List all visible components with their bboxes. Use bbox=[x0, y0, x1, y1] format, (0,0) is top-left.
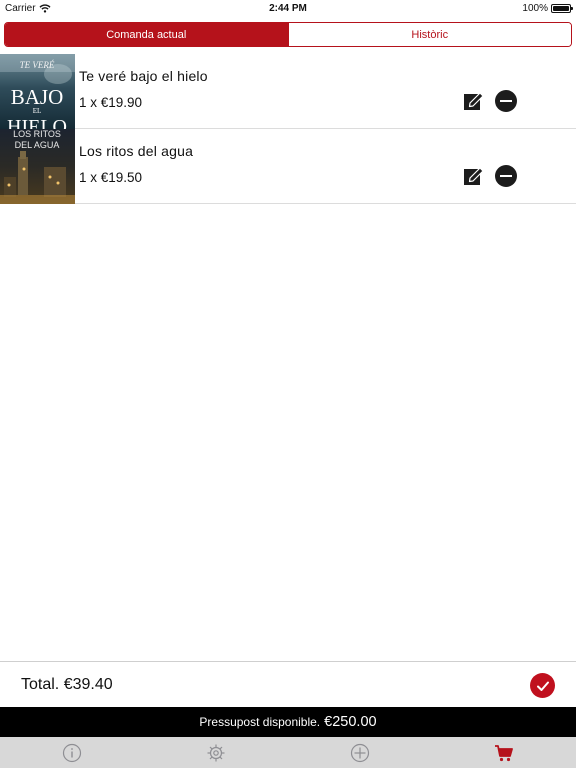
remove-button[interactable] bbox=[495, 165, 517, 187]
list-item[interactable]: TE VERÉ BAJO EL HIELO Te veré bajo el hi… bbox=[0, 54, 576, 129]
battery-fill bbox=[553, 6, 569, 11]
budget-label: Pressupost disponible. bbox=[199, 715, 321, 729]
budget-amount: €250.00 bbox=[324, 714, 377, 730]
confirm-order-button[interactable] bbox=[530, 673, 555, 698]
tab-info[interactable] bbox=[0, 737, 144, 768]
gear-icon bbox=[207, 744, 225, 761]
cover-text: LOS RITOS bbox=[13, 129, 61, 139]
edit-icon bbox=[464, 92, 484, 110]
cart-icon bbox=[495, 744, 513, 761]
cover-text: HIELO bbox=[7, 116, 67, 129]
status-time: 2:44 PM bbox=[269, 3, 307, 14]
segmented-control: Comanda actual Històric bbox=[4, 22, 572, 47]
tab-add[interactable] bbox=[288, 737, 432, 768]
battery-icon bbox=[551, 4, 573, 13]
status-bar: Carrier 2:44 PM 100% bbox=[0, 0, 576, 18]
edit-button[interactable] bbox=[463, 165, 485, 187]
item-quantity-price: 1 x €19.50 bbox=[79, 170, 143, 185]
tab-history[interactable]: Històric bbox=[287, 23, 571, 46]
tab-cart[interactable] bbox=[432, 737, 576, 768]
cover-text: DEL AGUA bbox=[15, 140, 60, 150]
checkmark-icon bbox=[536, 681, 549, 691]
book-cover: LOS RITOS DEL AGUA bbox=[0, 129, 75, 204]
info-icon bbox=[62, 743, 82, 762]
cover-text: BAJO bbox=[11, 85, 64, 109]
item-quantity-price: 1 x €19.90 bbox=[79, 95, 143, 110]
battery-group: 100% bbox=[522, 3, 573, 14]
item-title: Los ritos del agua bbox=[79, 143, 194, 159]
cover-text: EL bbox=[33, 107, 42, 115]
remove-button[interactable] bbox=[495, 90, 517, 112]
item-title: Te veré bajo el hielo bbox=[79, 68, 208, 84]
cover-text: TE VERÉ bbox=[20, 60, 55, 70]
add-icon bbox=[350, 743, 370, 762]
tab-current-order[interactable]: Comanda actual bbox=[5, 23, 288, 46]
edit-button[interactable] bbox=[463, 90, 485, 112]
order-list: TE VERÉ BAJO EL HIELO Te veré bajo el hi… bbox=[0, 54, 576, 204]
remove-icon bbox=[500, 100, 512, 102]
total-bar: Total. €39.40 bbox=[0, 661, 576, 707]
tab-settings[interactable] bbox=[144, 737, 288, 768]
battery-percent: 100% bbox=[522, 3, 548, 14]
book-cover: TE VERÉ BAJO EL HIELO bbox=[0, 54, 75, 129]
remove-icon bbox=[500, 175, 512, 177]
tab-bar bbox=[0, 737, 576, 768]
list-item[interactable]: LOS RITOS DEL AGUA Los ritos del agua 1 … bbox=[0, 129, 576, 204]
order-total: Total. €39.40 bbox=[21, 676, 113, 693]
edit-icon bbox=[464, 167, 484, 185]
budget-bar: Pressupost disponible. €250.00 bbox=[0, 707, 576, 737]
